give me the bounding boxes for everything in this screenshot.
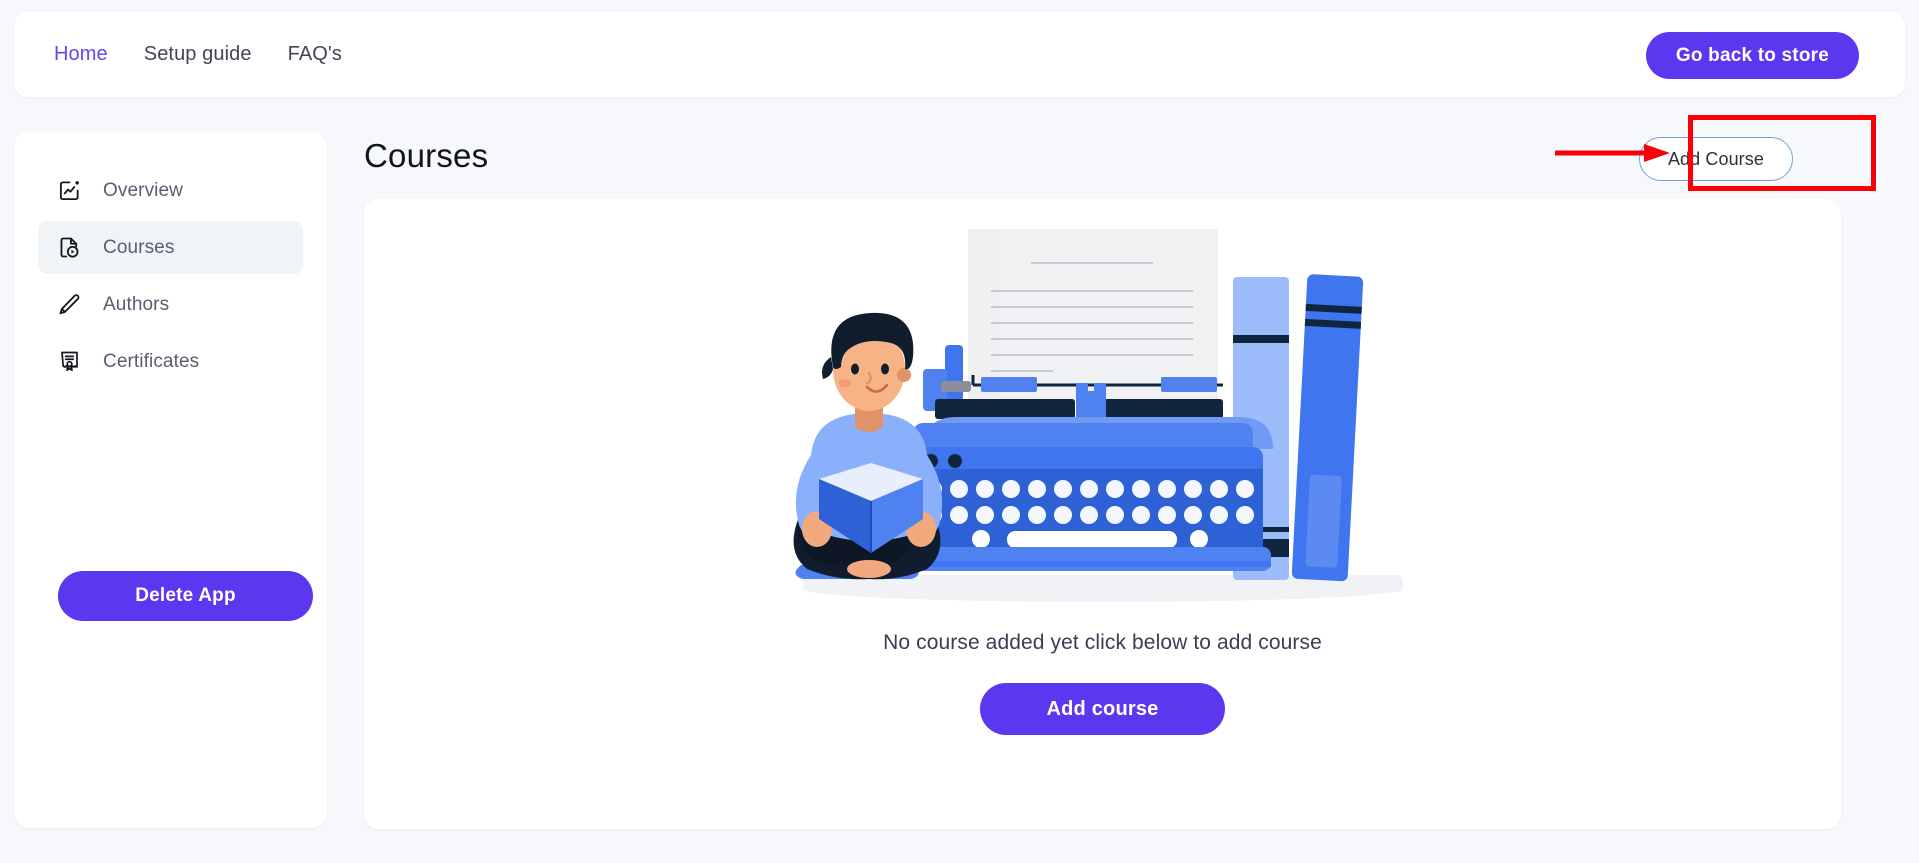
course-file-play-icon — [58, 236, 81, 259]
empty-state-illustration — [793, 229, 1403, 602]
page-title: Courses — [364, 137, 489, 174]
delete-app-button[interactable]: Delete App — [58, 571, 313, 621]
sidebar-item-label: Overview — [103, 179, 183, 201]
sidebar-item-label: Courses — [103, 236, 175, 258]
sidebar: Overview Courses Authors Certificates De… — [14, 131, 327, 828]
main-navigation: Home Setup guide FAQ's — [54, 43, 342, 66]
sidebar-item-overview[interactable]: Overview — [38, 164, 303, 217]
sidebar-navigation: Overview Courses Authors Certificates — [14, 131, 327, 388]
main-content: Courses Add Course No course added yet c… — [364, 115, 1876, 829]
pencil-icon — [58, 293, 81, 316]
go-back-to-store-button[interactable]: Go back to store — [1645, 32, 1859, 79]
sidebar-item-authors[interactable]: Authors — [38, 278, 303, 331]
nav-item-faqs[interactable]: FAQ's — [288, 43, 342, 66]
empty-state-message: No course added yet click below to add c… — [883, 631, 1322, 654]
nav-item-home[interactable]: Home — [54, 43, 108, 66]
sidebar-item-certificates[interactable]: Certificates — [38, 335, 303, 388]
certificate-icon — [58, 350, 81, 373]
courses-empty-state-card: No course added yet click below to add c… — [364, 199, 1841, 829]
sidebar-item-label: Certificates — [103, 350, 200, 372]
add-course-button[interactable]: Add Course — [1638, 137, 1793, 181]
nav-item-setup-guide[interactable]: Setup guide — [144, 43, 252, 66]
app-root: Home Setup guide FAQ's Go back to store … — [0, 0, 1919, 863]
add-course-primary-button[interactable]: Add course — [980, 683, 1225, 735]
overview-chart-icon — [58, 179, 81, 202]
sidebar-item-label: Authors — [103, 293, 170, 315]
top-header-bar: Home Setup guide FAQ's Go back to store — [14, 12, 1905, 97]
sidebar-item-courses[interactable]: Courses — [38, 221, 303, 274]
